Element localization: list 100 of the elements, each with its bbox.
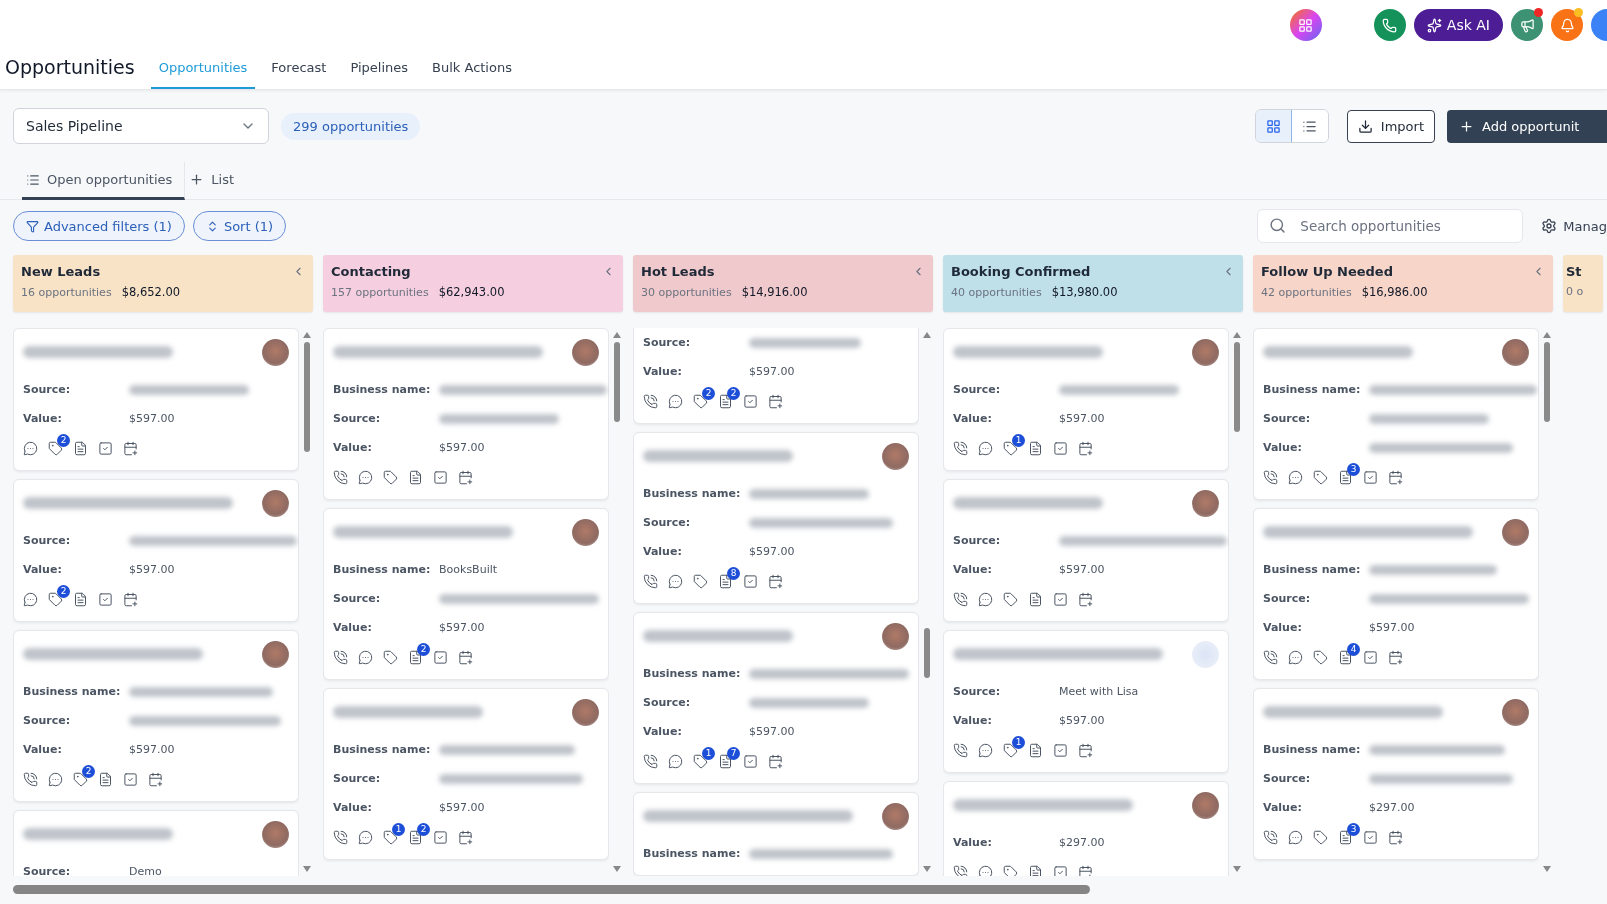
calendar-icon[interactable] — [1078, 440, 1093, 456]
calendar-icon[interactable] — [123, 591, 138, 607]
checkbox-icon[interactable] — [123, 771, 138, 787]
add-opportunity-button[interactable]: Add opportunit — [1447, 109, 1607, 143]
search-field[interactable]: Search opportunities — [1257, 209, 1524, 243]
sort-button[interactable]: Sort (1) — [192, 211, 287, 241]
chat-icon[interactable] — [358, 469, 373, 485]
document-icon[interactable] — [718, 573, 733, 589]
opportunity-card[interactable]: Business name: Source: Value: $597.00 1 2 — [323, 688, 609, 860]
phone-icon[interactable] — [643, 393, 658, 409]
calendar-icon[interactable] — [1078, 864, 1093, 876]
checkbox-icon[interactable] — [1363, 469, 1378, 485]
checkbox-icon[interactable] — [433, 469, 448, 485]
checkbox-icon[interactable] — [1053, 591, 1068, 607]
chat-icon[interactable] — [668, 573, 683, 589]
pipeline-dropdown[interactable]: Sales Pipeline — [13, 108, 269, 144]
chat-icon[interactable] — [978, 864, 993, 876]
opportunity-card[interactable]: Business name: Source: Value: $597.00 2 — [13, 630, 299, 802]
tag-icon[interactable] — [73, 771, 88, 787]
nav-tab[interactable]: Pipelines — [342, 48, 417, 89]
phone-icon[interactable] — [953, 864, 968, 876]
nav-tab[interactable]: Forecast — [263, 48, 335, 89]
chat-icon[interactable] — [1288, 829, 1303, 845]
checkbox-icon[interactable] — [743, 753, 758, 769]
checkbox-icon[interactable] — [743, 573, 758, 589]
checkbox-icon[interactable] — [98, 440, 113, 456]
document-icon[interactable] — [1338, 469, 1353, 485]
tag-icon[interactable] — [693, 753, 708, 769]
tag-icon[interactable] — [1003, 864, 1018, 876]
checkbox-icon[interactable] — [98, 591, 113, 607]
chat-icon[interactable] — [978, 591, 993, 607]
tag-icon[interactable] — [693, 393, 708, 409]
checkbox-icon[interactable] — [433, 829, 448, 845]
document-icon[interactable] — [1338, 829, 1353, 845]
phone-icon[interactable] — [953, 742, 968, 758]
megaphone-icon[interactable] — [1511, 9, 1543, 41]
document-icon[interactable] — [718, 393, 733, 409]
checkbox-icon[interactable] — [743, 393, 758, 409]
chat-icon[interactable] — [668, 753, 683, 769]
opportunity-card[interactable]: Business name: Source: Value: $597.00 1 7 — [633, 612, 919, 784]
phone-icon[interactable] — [643, 753, 658, 769]
document-icon[interactable] — [408, 829, 423, 845]
calendar-icon[interactable] — [768, 393, 783, 409]
calendar-icon[interactable] — [768, 753, 783, 769]
document-icon[interactable] — [1028, 591, 1043, 607]
calendar-icon[interactable] — [1388, 469, 1403, 485]
chat-icon[interactable] — [978, 440, 993, 456]
calendar-icon[interactable] — [1388, 649, 1403, 665]
phone-icon[interactable] — [953, 440, 968, 456]
calendar-icon[interactable] — [458, 649, 473, 665]
document-icon[interactable] — [98, 771, 113, 787]
opportunity-card[interactable]: Source: Value: $597.00 2 2 — [633, 328, 919, 424]
checkbox-icon[interactable] — [433, 649, 448, 665]
chat-icon[interactable] — [23, 440, 38, 456]
document-icon[interactable] — [1338, 649, 1353, 665]
opportunity-card[interactable]: Business name: Source: Value: $297.00 3 — [1253, 688, 1539, 860]
calendar-icon[interactable] — [123, 440, 138, 456]
chat-icon[interactable] — [1288, 649, 1303, 665]
calendar-icon[interactable] — [458, 469, 473, 485]
tag-icon[interactable] — [1003, 742, 1018, 758]
nav-tab[interactable]: Bulk Actions — [424, 48, 520, 89]
phone-icon[interactable] — [1263, 649, 1278, 665]
phone-icon[interactable] — [643, 573, 658, 589]
opportunity-card[interactable]: Business name: — [633, 792, 919, 876]
document-icon[interactable] — [1028, 440, 1043, 456]
phone-icon[interactable] — [333, 649, 348, 665]
chat-icon[interactable] — [358, 649, 373, 665]
opportunity-card[interactable]: Business name: Source: Value: 3 — [1253, 328, 1539, 500]
list-view-button[interactable] — [1291, 110, 1328, 142]
app-logo-icon[interactable] — [1289, 9, 1322, 41]
ask-ai-button[interactable]: Ask AI — [1413, 9, 1503, 41]
opportunity-card[interactable]: Value: $297.00 — [943, 781, 1229, 876]
opportunity-card[interactable]: Source: Meet with Lisa Value: $597.00 1 — [943, 630, 1229, 773]
chat-icon[interactable] — [358, 829, 373, 845]
chat-icon[interactable] — [978, 742, 993, 758]
phone-icon[interactable] — [23, 771, 38, 787]
document-icon[interactable] — [73, 440, 88, 456]
opportunity-card[interactable]: Source: Value: $597.00 2 — [13, 479, 299, 622]
checkbox-icon[interactable] — [1053, 864, 1068, 876]
tag-icon[interactable] — [1313, 469, 1328, 485]
grid-view-button[interactable] — [1255, 110, 1292, 142]
phone-icon[interactable] — [333, 829, 348, 845]
filter-button[interactable]: Advanced filters (1) — [13, 211, 185, 241]
list-tab[interactable]: Open opportunities — [22, 162, 186, 200]
calendar-icon[interactable] — [458, 829, 473, 845]
tag-icon[interactable] — [693, 573, 708, 589]
opportunity-card[interactable]: Source: Value: $597.00 1 — [943, 328, 1229, 471]
calendar-icon[interactable] — [1078, 742, 1093, 758]
opportunity-card[interactable]: Source: Value: $597.00 — [943, 479, 1229, 622]
opportunity-card[interactable]: Source: Demo — [13, 810, 299, 876]
checkbox-icon[interactable] — [1053, 742, 1068, 758]
chat-icon[interactable] — [48, 771, 63, 787]
tag-icon[interactable] — [1003, 440, 1018, 456]
phone-icon[interactable] — [333, 469, 348, 485]
document-icon[interactable] — [73, 591, 88, 607]
opportunity-card[interactable]: Business name: Source: Value: $597.00 8 — [633, 432, 919, 604]
calendar-icon[interactable] — [148, 771, 163, 787]
calendar-icon[interactable] — [768, 573, 783, 589]
document-icon[interactable] — [408, 649, 423, 665]
bell-icon[interactable] — [1551, 9, 1583, 41]
